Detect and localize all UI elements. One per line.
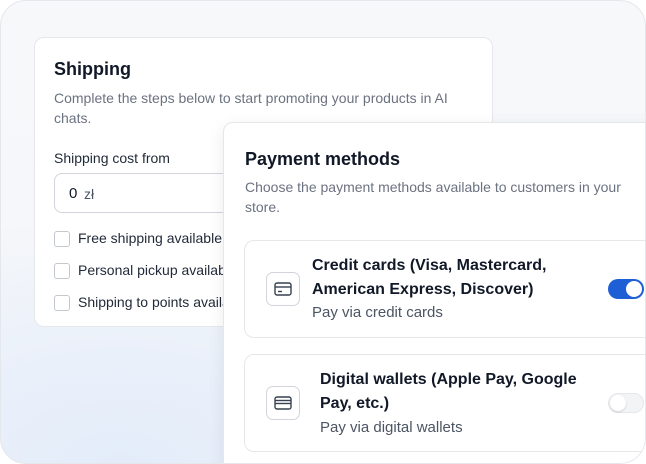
payment-method-credit-cards[interactable]: Credit cards (Visa, Mastercard, American… bbox=[244, 240, 645, 338]
free-shipping-label: Free shipping available bbox=[78, 230, 222, 246]
personal-pickup-label: Personal pickup available bbox=[78, 262, 237, 278]
digital-wallets-subtitle: Pay via digital wallets bbox=[320, 419, 463, 436]
wallet-icon bbox=[266, 386, 300, 420]
app-frame: Shipping Complete the steps below to sta… bbox=[0, 0, 646, 464]
payment-title: Payment methods bbox=[245, 149, 401, 169]
credit-cards-title: Credit cards (Visa, Mastercard, American… bbox=[312, 257, 547, 298]
credit-cards-toggle[interactable] bbox=[608, 279, 644, 299]
credit-cards-subtitle: Pay via credit cards bbox=[312, 304, 443, 321]
digital-wallets-toggle[interactable] bbox=[608, 393, 644, 413]
free-shipping-checkbox[interactable] bbox=[54, 231, 70, 247]
personal-pickup-checkbox[interactable] bbox=[54, 263, 70, 279]
credit-card-icon bbox=[266, 272, 300, 306]
digital-wallets-title: Digital wallets (Apple Pay, Google Pay, … bbox=[320, 371, 577, 412]
shipping-cost-value: 0 bbox=[69, 185, 78, 202]
shipping-title: Shipping bbox=[54, 59, 131, 79]
points-shipping-checkbox[interactable] bbox=[54, 295, 70, 311]
shipping-cost-label: Shipping cost from bbox=[54, 150, 170, 166]
toggle-knob bbox=[610, 395, 626, 411]
toggle-knob bbox=[626, 281, 642, 297]
payment-method-digital-wallets[interactable]: Digital wallets (Apple Pay, Google Pay, … bbox=[244, 354, 645, 452]
currency-label: zł bbox=[84, 186, 95, 202]
payment-description: Choose the payment methods available to … bbox=[245, 179, 621, 215]
payment-methods-card: Payment methods Choose the payment metho… bbox=[223, 122, 645, 463]
